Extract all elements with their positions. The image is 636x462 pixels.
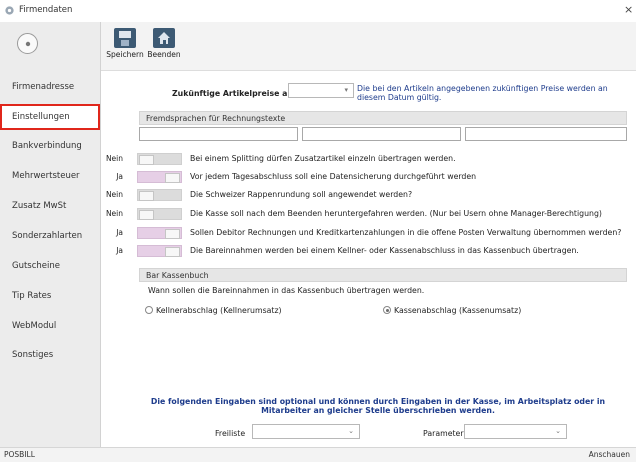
chevron-down-icon: ⌄ bbox=[555, 427, 561, 435]
setting-toggle[interactable] bbox=[137, 245, 182, 257]
setting-text: Vor jedem Tagesabschluss soll eine Daten… bbox=[190, 172, 477, 181]
setting-state: Nein bbox=[105, 190, 123, 199]
future-prices-label: Zukünftige Artikelpreise ab: bbox=[172, 89, 297, 98]
radio-button[interactable] bbox=[383, 306, 391, 314]
chevron-left-icon bbox=[25, 41, 30, 46]
save-icon bbox=[114, 28, 136, 48]
setting-toggle[interactable] bbox=[137, 189, 182, 201]
sidebar-item-sonstiges[interactable]: Sonstiges bbox=[0, 342, 100, 368]
quit-label: Beenden bbox=[147, 50, 181, 59]
save-label: Speichern bbox=[106, 50, 144, 59]
gear-icon bbox=[5, 6, 14, 15]
kassenbuch-question: Wann sollen die Bareinnahmen in das Kass… bbox=[148, 286, 425, 295]
setting-toggle[interactable] bbox=[137, 153, 182, 165]
setting-toggle[interactable] bbox=[137, 227, 182, 239]
quit-button[interactable]: Beenden bbox=[144, 26, 184, 66]
sidebar-item-einstellungen[interactable]: Einstellungen bbox=[0, 104, 100, 130]
status-bar: POSBILL Anschauen bbox=[0, 447, 636, 462]
chevron-down-icon: ⌄ bbox=[348, 427, 354, 435]
setting-state: Nein bbox=[105, 154, 123, 163]
parameter-combo[interactable]: ⌄ bbox=[464, 424, 567, 439]
setting-toggle[interactable] bbox=[137, 171, 182, 183]
setting-state: Ja bbox=[116, 172, 123, 181]
radio-kassenabschlag[interactable]: Kassenabschlag (Kassenumsatz) bbox=[383, 305, 563, 317]
save-button[interactable]: Speichern bbox=[105, 26, 145, 66]
foreign-lang-header: Fremdsprachen für Rechnungstexte bbox=[139, 111, 627, 125]
chevron-down-icon: ▾ bbox=[344, 86, 348, 94]
status-left: POSBILL bbox=[4, 450, 35, 459]
optional-note: Die folgenden Eingaben sind optional und… bbox=[150, 397, 606, 415]
setting-state: Nein bbox=[105, 209, 123, 218]
future-prices-hint: Die bei den Artikeln angegebenen zukünft… bbox=[357, 84, 608, 102]
setting-state: Ja bbox=[116, 228, 123, 237]
setting-text: Die Kasse soll nach dem Beenden herunter… bbox=[190, 209, 602, 218]
setting-state: Ja bbox=[116, 246, 123, 255]
sidebar-item-webmodul[interactable]: WebModul bbox=[0, 313, 100, 339]
freiliste-label: Freiliste bbox=[215, 429, 246, 438]
kassenbuch-header: Bar Kassenbuch bbox=[139, 268, 627, 282]
foreign-lang-field-2[interactable] bbox=[302, 127, 461, 141]
foreign-lang-field-3[interactable] bbox=[465, 127, 627, 141]
setting-text: Sollen Debitor Rechnungen und Kreditkart… bbox=[190, 228, 622, 237]
home-icon bbox=[153, 28, 175, 48]
setting-toggle[interactable] bbox=[137, 208, 182, 220]
radio-button[interactable] bbox=[145, 306, 153, 314]
window-title: Firmendaten bbox=[19, 5, 73, 15]
setting-text: Bei einem Splitting dürfen Zusatzartikel… bbox=[190, 154, 456, 163]
setting-text: Die Schweizer Rappenrundung soll angewen… bbox=[190, 190, 413, 199]
setting-text: Die Bareinnahmen werden bei einem Kellne… bbox=[190, 246, 579, 255]
foreign-lang-field-1[interactable] bbox=[139, 127, 298, 141]
back-button[interactable] bbox=[17, 33, 38, 54]
close-icon[interactable]: × bbox=[624, 3, 633, 16]
settings-list: Nein Bei einem Splitting dürfen Zusatzar… bbox=[0, 153, 636, 263]
toolbar: Speichern Beenden bbox=[101, 22, 636, 71]
freiliste-combo[interactable]: ⌄ bbox=[252, 424, 360, 439]
radio-label: Kassenabschlag (Kassenumsatz) bbox=[394, 306, 522, 315]
title-bar: Firmendaten × bbox=[0, 0, 636, 22]
parameter-label: Parameter bbox=[423, 429, 464, 438]
radio-kellnerabschlag[interactable]: Kellnerabschlag (Kellnerumsatz) bbox=[145, 305, 325, 317]
radio-label: Kellnerabschlag (Kellnerumsatz) bbox=[156, 306, 282, 315]
sidebar-item-firmenadresse[interactable]: Firmenadresse bbox=[0, 74, 100, 100]
future-prices-date-combo[interactable]: ▾ bbox=[288, 83, 354, 98]
status-right: Anschauen bbox=[588, 450, 630, 459]
sidebar-item-tip-rates[interactable]: Tip Rates bbox=[0, 283, 100, 309]
